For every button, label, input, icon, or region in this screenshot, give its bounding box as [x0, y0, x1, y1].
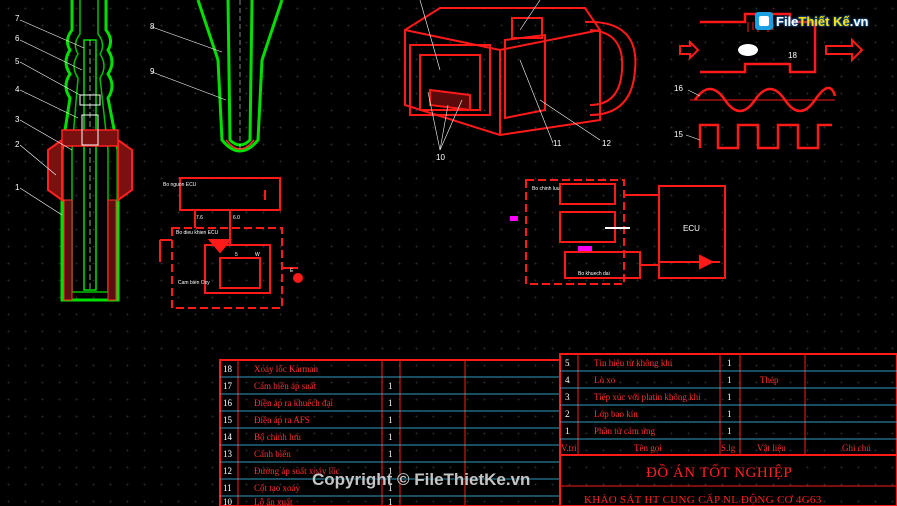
rrow-3-qty: 1 — [727, 392, 732, 402]
callout-12: 12 — [602, 139, 611, 148]
site-logo[interactable]: FileThiết Kế.vn — [755, 12, 869, 30]
callout-18: 18 — [788, 51, 797, 60]
circuit-labels: Bo nguon ECU Bo dieu khien ECU Cam bien … — [163, 182, 700, 286]
callout-9: 9 — [150, 67, 155, 76]
callout-15: 15 — [674, 130, 683, 139]
rrow-1-qty: 1 — [727, 426, 732, 436]
circuit-left — [159, 177, 303, 309]
pin-4: W — [255, 252, 260, 258]
callout-1: 1 — [15, 183, 20, 192]
sensor-tube-drawing — [151, 0, 284, 153]
rrow-1-no: 1 — [565, 426, 570, 436]
header-no: V.trí — [561, 443, 577, 453]
rrow-5-no: 5 — [565, 358, 570, 368]
header-note: Ghi chú — [842, 443, 871, 453]
callout-5: 5 — [15, 57, 20, 66]
row-13-name: Cánh biến — [254, 449, 291, 459]
pin-2: 6.0 — [233, 215, 240, 221]
row-15-qty: 1 — [388, 415, 393, 425]
callout-2: 2 — [15, 140, 20, 149]
row-13-qty: 1 — [388, 449, 393, 459]
pin-1: 7.6 — [196, 215, 203, 221]
row-11-no: 11 — [223, 483, 232, 493]
oxygen-sensor-drawing — [19, 0, 133, 302]
rrow-4-no: 4 — [565, 375, 570, 385]
row-15-name: Điện áp ra AFS — [254, 415, 310, 425]
row-17-no: 17 — [223, 381, 233, 391]
vortex-waveform-drawing — [679, 12, 864, 150]
header-name: Tên gọi — [634, 443, 662, 453]
callout-3: 3 — [15, 115, 20, 124]
circuit-right-block1: Bo chinh luu — [532, 186, 560, 192]
cad-canvas: 7 6 5 4 3 2 1 8 9 10 11 12 16 15 18 Bo n… — [0, 0, 897, 506]
row-14-no: 14 — [223, 432, 233, 442]
row-17-qty: 1 — [388, 381, 393, 391]
rrow-5-qty: 1 — [727, 358, 732, 368]
row-16-name: Điện áp ra khuếch đại — [254, 398, 333, 408]
circuit-left-title: Bo nguon ECU — [163, 182, 197, 188]
rrow-1-name: Phần tử cảm ứng — [594, 426, 655, 436]
circuit-right-block2: Bo khuech dai — [578, 271, 610, 277]
rrow-5-name: Tín hiệu từ không khí — [594, 358, 673, 368]
row-18-name: Xoáy lốc Karman — [254, 364, 318, 374]
title-line-1: ĐỒ ÁN TỐT NGHIỆP — [646, 463, 792, 481]
title-block: ĐỒ ÁN TỐT NGHIỆP KHẢO SÁT HT CUNG CẤP NL… — [584, 463, 822, 506]
circuit-left-sensor: Cam bien Oxy — [178, 280, 210, 286]
row-10-qty: 1 — [388, 497, 393, 506]
logo-prefix: File — [776, 13, 799, 29]
row-16-no: 16 — [223, 398, 233, 408]
rrow-2-no: 2 — [565, 409, 570, 419]
header-material: Vật liệu — [757, 443, 786, 453]
row-16-qty: 1 — [388, 398, 393, 408]
callout-4: 4 — [15, 85, 20, 94]
row-17-name: Cảm biến áp suất — [254, 381, 317, 391]
row-14-name: Bộ chỉnh lưu — [254, 432, 301, 442]
pin-3: 5 — [235, 252, 238, 258]
row-11-name: Cột tạo xoáy — [254, 483, 300, 493]
logo-suffix: .vn — [849, 13, 869, 29]
callout-11: 11 — [553, 139, 562, 148]
rrow-4-name: Lò xo — [594, 375, 616, 385]
ecu-label: ECU — [683, 224, 700, 233]
row-15-no: 15 — [223, 415, 233, 425]
row-10-name: Lỗ ẩn xuất — [254, 497, 293, 506]
title-line-2: KHẢO SÁT HT CUNG CẤP NL ĐỘNG CƠ 4G63 — [584, 493, 822, 506]
air-flow-sensor-drawing — [404, 0, 637, 151]
circuit-left-mid: Bo dieu khien ECU — [176, 230, 219, 236]
rrow-4-material: Thép — [760, 375, 779, 385]
row-12-no: 12 — [223, 466, 232, 476]
rrow-3-name: Tiếp xúc với platin không khí — [594, 392, 701, 402]
rrow-2-qty: 1 — [727, 409, 732, 419]
logo-accent: Thiết Kế — [798, 13, 850, 29]
row-18-no: 18 — [223, 364, 233, 374]
callout-7: 7 — [15, 14, 20, 23]
callout-10: 10 — [436, 153, 445, 162]
rrow-4-qty: 1 — [727, 375, 732, 385]
callout-8: 8 — [150, 22, 155, 31]
cad-drawing: 7 6 5 4 3 2 1 8 9 10 11 12 16 15 18 Bo n… — [15, 0, 897, 506]
header-qty: S.lg — [721, 443, 736, 453]
row-10-no: 10 — [223, 497, 233, 506]
rrow-3-no: 3 — [565, 392, 570, 402]
rrow-2-name: Lớp bao kín — [594, 409, 638, 419]
copyright-watermark: Copyright © FileThietKe.vn — [312, 470, 531, 489]
row-13-no: 13 — [223, 449, 233, 459]
row-14-qty: 1 — [388, 432, 393, 442]
logo-text: FileThiết Kế.vn — [776, 14, 869, 29]
callout-6: 6 — [15, 34, 20, 43]
callout-16: 16 — [674, 84, 683, 93]
logo-icon — [755, 12, 773, 30]
